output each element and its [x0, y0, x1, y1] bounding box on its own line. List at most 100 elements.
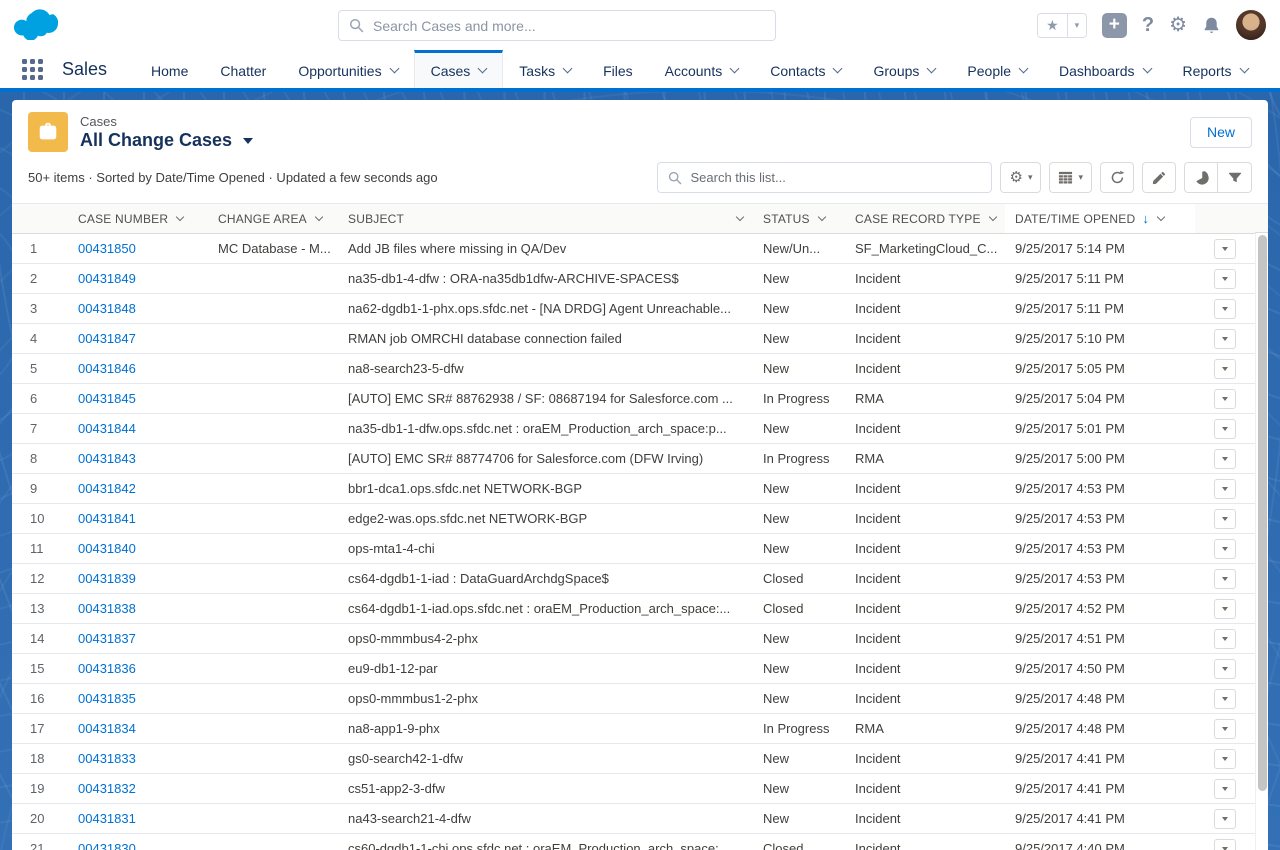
- row-actions-button[interactable]: [1214, 629, 1236, 649]
- case-number-link[interactable]: 00431845: [78, 391, 136, 406]
- tab-reports[interactable]: Reports: [1167, 50, 1264, 88]
- case-number-link[interactable]: 00431833: [78, 751, 136, 766]
- change-area-cell: [208, 774, 338, 804]
- user-avatar[interactable]: [1236, 10, 1266, 40]
- global-search-input[interactable]: [373, 18, 765, 34]
- tab-files[interactable]: Files: [587, 50, 649, 88]
- column-header-change_area[interactable]: CHANGE AREA: [208, 204, 338, 234]
- case-number-link[interactable]: 00431846: [78, 361, 136, 376]
- row-actions-button[interactable]: [1214, 659, 1236, 679]
- row-actions-button[interactable]: [1214, 239, 1236, 259]
- row-actions-button[interactable]: [1214, 689, 1236, 709]
- case-number-link[interactable]: 00431840: [78, 541, 136, 556]
- case-number-link[interactable]: 00431849: [78, 271, 136, 286]
- tab-home[interactable]: Home: [135, 50, 204, 88]
- edit-button[interactable]: [1142, 162, 1176, 193]
- row-actions-button[interactable]: [1214, 719, 1236, 739]
- favorites-dropdown-button[interactable]: ▾: [1067, 14, 1086, 37]
- case-number-link[interactable]: 00431832: [78, 781, 136, 796]
- case-number-link[interactable]: 00431837: [78, 631, 136, 646]
- case-number-link[interactable]: 00431834: [78, 721, 136, 736]
- cases-table-body: 100431850MC Database - M...Add JB files …: [12, 234, 1255, 850]
- caret-down-icon: [1222, 757, 1228, 761]
- tab-more[interactable]: More: [1264, 50, 1280, 88]
- scrollbar-thumb[interactable]: [1258, 235, 1267, 791]
- case-number-link[interactable]: 00431839: [78, 571, 136, 586]
- new-button[interactable]: New: [1190, 117, 1252, 148]
- tab-people[interactable]: People: [951, 50, 1043, 88]
- app-launcher-icon[interactable]: [22, 59, 43, 80]
- case-number-link[interactable]: 00431844: [78, 421, 136, 436]
- list-view-controls-button[interactable]: ⚙ ▾: [1000, 162, 1041, 193]
- row-actions-button[interactable]: [1214, 569, 1236, 589]
- column-header-status[interactable]: STATUS: [753, 204, 845, 234]
- column-header-opened[interactable]: DATE/TIME OPENED↓: [1005, 204, 1195, 234]
- case-number-link[interactable]: 00431838: [78, 601, 136, 616]
- case-number-link[interactable]: 00431841: [78, 511, 136, 526]
- row-actions-button[interactable]: [1214, 359, 1236, 379]
- display-as-button[interactable]: ▾: [1049, 162, 1092, 193]
- table-row: 100431850MC Database - M...Add JB files …: [12, 234, 1255, 264]
- record-type-cell: RMA: [845, 714, 1005, 744]
- subject-cell: eu9-db1-12-par: [338, 654, 753, 684]
- column-header-record_type[interactable]: CASE RECORD TYPE: [845, 204, 1005, 234]
- subject-cell: Add JB files where missing in QA/Dev: [338, 234, 753, 264]
- row-actions-button[interactable]: [1214, 509, 1236, 529]
- case-number-link[interactable]: 00431848: [78, 301, 136, 316]
- list-search-input[interactable]: [690, 170, 981, 185]
- case-number-link[interactable]: 00431836: [78, 661, 136, 676]
- case-number-cell: 00431847: [68, 324, 208, 354]
- row-actions-button[interactable]: [1214, 389, 1236, 409]
- favorite-star-button[interactable]: ★: [1038, 14, 1067, 37]
- tab-tasks[interactable]: Tasks: [503, 50, 587, 88]
- refresh-button[interactable]: [1100, 162, 1134, 193]
- charts-button[interactable]: [1184, 162, 1218, 193]
- case-number-link[interactable]: 00431830: [78, 841, 136, 850]
- row-actions-button[interactable]: [1214, 779, 1236, 799]
- column-label: DATE/TIME OPENED: [1015, 212, 1135, 226]
- tab-dashboards[interactable]: Dashboards: [1043, 50, 1167, 88]
- tab-cases[interactable]: Cases: [414, 50, 504, 88]
- tab-groups[interactable]: Groups: [857, 50, 951, 88]
- row-actions-button[interactable]: [1214, 599, 1236, 619]
- row-actions-button[interactable]: [1214, 299, 1236, 319]
- row-actions-button[interactable]: [1214, 329, 1236, 349]
- row-actions-button[interactable]: [1214, 269, 1236, 289]
- vertical-scrollbar[interactable]: [1255, 233, 1268, 850]
- case-number-link[interactable]: 00431842: [78, 481, 136, 496]
- row-number: 10: [12, 504, 68, 534]
- row-actions-button[interactable]: [1214, 419, 1236, 439]
- date-opened-cell: 9/25/2017 4:52 PM: [1005, 594, 1195, 624]
- column-label: SUBJECT: [348, 212, 404, 226]
- row-number: 9: [12, 474, 68, 504]
- case-number-link[interactable]: 00431843: [78, 451, 136, 466]
- global-actions-button[interactable]: +: [1102, 13, 1127, 38]
- chevron-down-icon: [1142, 64, 1152, 74]
- list-view-selector[interactable]: All Change Cases: [80, 130, 253, 151]
- chevron-down-icon: [988, 213, 996, 221]
- tab-opportunities[interactable]: Opportunities: [282, 50, 413, 88]
- case-number-link[interactable]: 00431831: [78, 811, 136, 826]
- row-actions-button[interactable]: [1214, 749, 1236, 769]
- filter-button[interactable]: [1218, 162, 1252, 193]
- tab-chatter[interactable]: Chatter: [204, 50, 282, 88]
- setup-button[interactable]: ⚙: [1169, 15, 1187, 35]
- case-number-link[interactable]: 00431850: [78, 241, 136, 256]
- notifications-button[interactable]: [1202, 16, 1221, 35]
- help-button[interactable]: ?: [1142, 14, 1154, 37]
- tab-contacts[interactable]: Contacts: [754, 50, 857, 88]
- case-number-link[interactable]: 00431835: [78, 691, 136, 706]
- row-actions-button[interactable]: [1214, 809, 1236, 829]
- row-actions-button[interactable]: [1214, 539, 1236, 559]
- scrollbar-corner: [1255, 203, 1268, 233]
- column-header-case_number[interactable]: CASE NUMBER: [68, 204, 208, 234]
- status-cell: New: [753, 294, 845, 324]
- cases-table-header-row: CASE NUMBERCHANGE AREA SUBJECT STATUSCASE …: [12, 204, 1255, 234]
- row-actions-button[interactable]: [1214, 479, 1236, 499]
- case-number-link[interactable]: 00431847: [78, 331, 136, 346]
- row-actions-button[interactable]: [1214, 449, 1236, 469]
- tab-accounts[interactable]: Accounts: [649, 50, 755, 88]
- column-header-subject[interactable]: SUBJECT: [338, 204, 753, 234]
- status-cell: New: [753, 684, 845, 714]
- row-actions-button[interactable]: [1214, 839, 1236, 850]
